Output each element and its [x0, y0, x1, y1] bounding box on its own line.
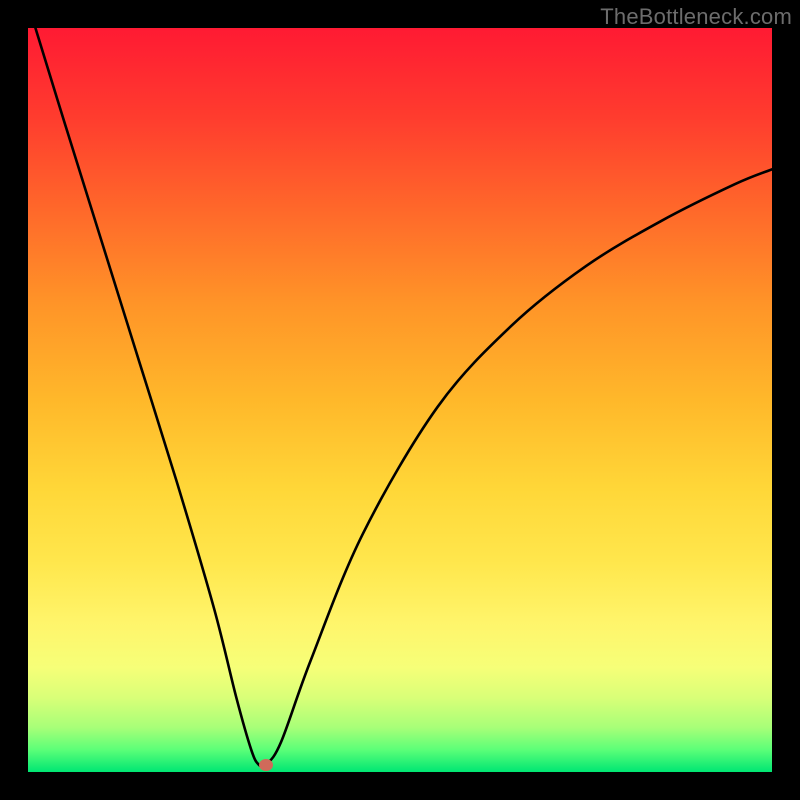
- optimal-point-marker: [259, 759, 273, 771]
- chart-frame: TheBottleneck.com: [0, 0, 800, 800]
- curve-svg: [28, 28, 772, 772]
- watermark-text: TheBottleneck.com: [600, 4, 792, 30]
- bottleneck-curve: [35, 28, 772, 767]
- plot-area: [28, 28, 772, 772]
